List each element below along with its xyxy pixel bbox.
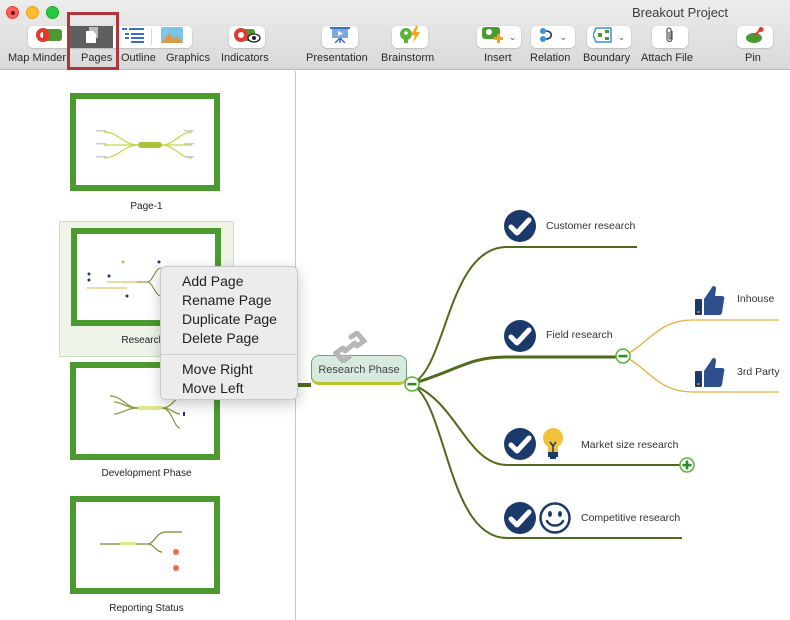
menu-item-add-page[interactable]: Add Page [161,272,297,291]
page-thumbnail[interactable] [70,93,220,191]
page-name: Reporting Status [109,603,184,614]
subtopic-label[interactable]: 3rd Party [737,366,780,378]
insert-label: Insert [484,52,512,64]
boundary-label: Boundary [583,52,631,64]
topic-label[interactable]: Market size research [581,439,678,451]
boundary-icon [591,26,613,48]
menu-separator [161,354,297,355]
toolbar: Breakout Project Map Minder Pages Outlin… [0,0,790,70]
pin-label: Pin [745,52,761,64]
branch-inhouse [622,319,779,357]
indicators-label: Indicators [221,52,269,64]
presentation-button[interactable] [322,26,358,48]
map-minder-label: Map Minder [8,52,67,64]
relation-label: Relation [530,52,571,64]
branch-customer-research [410,246,637,385]
topic-label[interactable]: Field research [546,329,613,341]
presentation-icon [330,26,350,48]
brainstorm-icon [399,25,421,49]
insert-button[interactable]: ⌄ [477,26,521,48]
relation-button[interactable]: ⌄ [531,26,575,48]
page-thumbnail-item[interactable]: Page-1 [59,86,234,222]
chevron-down-icon: ⌄ [617,31,626,42]
pages-label: Pages [81,52,113,64]
mindmap-connectors [297,246,779,539]
zoom-window-button[interactable] [46,6,59,19]
attach-file-label: Attach File [641,52,693,64]
graphics-button[interactable] [152,26,192,48]
graphics-label: Graphics [166,52,211,64]
presentation-label: Presentation [306,52,368,64]
page-thumbnail-item[interactable]: Reporting Status [59,489,234,620]
menu-item-move-right[interactable]: Move Right [161,360,297,379]
app-window: Breakout Project Map Minder Pages Outlin… [0,0,790,620]
boundary-button[interactable]: ⌄ [587,26,631,48]
close-window-button[interactable] [6,6,19,19]
indicators-icon [233,27,261,48]
outline-icon [121,27,144,48]
branch-field-research [410,355,621,386]
insert-icon [481,26,504,48]
chevron-down-icon: ⌄ [559,31,568,42]
page-thumbnail[interactable] [70,496,220,594]
indicators-button[interactable] [229,26,265,48]
graphics-icon [161,26,183,48]
menu-item-move-left[interactable]: Move Left [161,379,297,398]
menu-item-duplicate-page[interactable]: Duplicate Page [161,310,297,329]
menu-item-rename-page[interactable]: Rename Page [161,291,297,310]
window-title: Breakout Project [631,5,729,20]
page-name: Page-1 [130,201,163,212]
paperclip-icon [665,26,675,48]
outline-label: Outline [121,52,156,64]
minimize-window-button[interactable] [26,6,39,19]
chevron-down-icon: ⌄ [508,31,517,42]
menu-item-delete-page[interactable]: Delete Page [161,329,297,348]
map-minder-button[interactable] [28,26,69,48]
subtopic-label[interactable]: Inhouse [737,293,774,305]
brainstorm-button[interactable] [392,25,428,49]
outline-button[interactable] [114,26,151,48]
relation-icon [539,27,555,48]
attach-file-button[interactable] [652,26,688,48]
topic-label[interactable]: Customer research [546,220,635,232]
brainstorm-label: Brainstorm [381,52,435,64]
topic-label[interactable]: Competitive research [581,512,680,524]
map-minder-icon [34,27,64,48]
pin-button[interactable] [737,26,773,48]
page-context-menu: Add Page Rename Page Duplicate Page Dele… [160,266,298,400]
page-name: Development Phase [101,468,192,479]
mindmap-canvas[interactable]: Research Phase Customer research Field r… [297,71,790,620]
pin-icon [745,26,765,48]
